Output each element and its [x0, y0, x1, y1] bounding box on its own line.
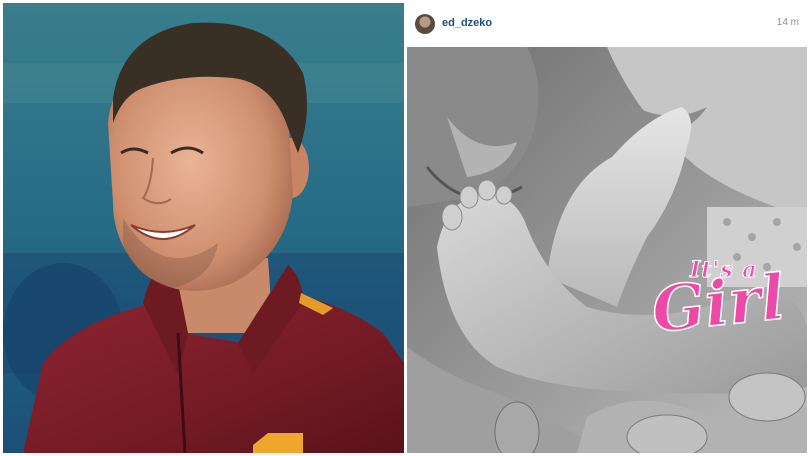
sticker-line-2: Girl [648, 260, 789, 348]
player-photo-art [3, 3, 404, 453]
avatar[interactable] [415, 14, 435, 34]
post-header: ed_dzeko 14 m [407, 3, 807, 45]
username[interactable]: ed_dzeko [442, 17, 492, 29]
baby-feet-photo [407, 47, 807, 453]
instagram-post: ed_dzeko 14 m It's a Girl [407, 3, 807, 453]
post-photo: It's a Girl [407, 47, 807, 453]
post-timestamp: 14 m [776, 17, 799, 28]
its-a-girl-sticker: It's a Girl [648, 257, 792, 382]
player-photo [3, 3, 404, 453]
